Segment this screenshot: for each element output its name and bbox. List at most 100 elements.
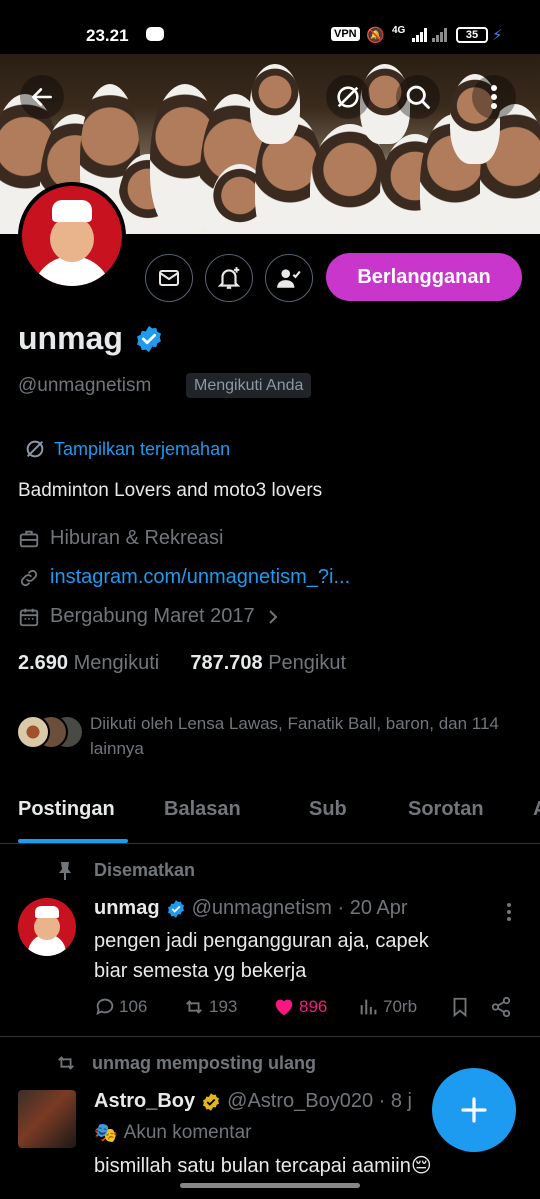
pin-icon — [59, 861, 71, 880]
post-author-name[interactable]: unmag — [94, 897, 160, 920]
profile-name: unmag — [18, 320, 123, 356]
profile-link-row[interactable]: instagram.com/unmagnetism_?i... — [18, 566, 350, 589]
gold-verified-badge-icon — [203, 1092, 220, 1111]
signal-icon-2 — [432, 28, 447, 42]
repost-handle-time: @Astro_Boy020 · 8 j — [227, 1090, 412, 1112]
post-divider — [0, 1036, 540, 1037]
bookmark-button[interactable] — [449, 996, 471, 1018]
view-count: 70rb — [383, 997, 418, 1016]
post-text-line: pengen jadi pengangguran aja, capek — [94, 930, 429, 952]
following-stat[interactable]: 2.690 Mengikuti — [18, 652, 159, 674]
tab-replies[interactable]: Balasan — [164, 798, 241, 821]
views-button[interactable]: 70rb — [358, 996, 417, 1018]
heart-filled-icon — [275, 999, 293, 1016]
follower-avatar — [16, 715, 50, 749]
reply-count: 106 — [119, 997, 148, 1016]
bell-plus-icon — [217, 267, 241, 289]
plus-icon — [461, 1097, 487, 1123]
tab-more[interactable]: A — [533, 798, 540, 821]
following-button[interactable] — [265, 254, 313, 302]
discord-icon — [146, 27, 164, 41]
like-button[interactable]: 896 — [272, 996, 327, 1018]
chevron-right-icon — [268, 609, 278, 624]
active-tab-indicator — [18, 839, 128, 843]
post-more-icon[interactable] — [505, 902, 513, 922]
compose-post-button[interactable] — [432, 1068, 516, 1152]
post-header: unmag @unmagnetism · 20 Apr — [94, 897, 408, 920]
more-options-button[interactable] — [472, 75, 516, 119]
follows-you-badge: Mengikuti Anda — [186, 373, 312, 398]
following-label: Mengikuti — [73, 652, 160, 674]
repost-button[interactable]: 193 — [182, 996, 237, 1018]
home-indicator[interactable] — [180, 1183, 360, 1188]
translate-button[interactable] — [326, 75, 370, 119]
post-handle-time: @unmagnetism · 20 Apr — [191, 897, 408, 919]
vpn-badge: VPN — [331, 27, 360, 41]
back-button[interactable] — [20, 75, 64, 119]
commentary-account-text: Akun komentar — [123, 1122, 252, 1143]
link-icon — [20, 569, 38, 586]
tab-subs[interactable]: Sub — [309, 798, 347, 821]
share-icon — [491, 996, 511, 1018]
tab-highlights[interactable]: Sorotan — [408, 798, 484, 821]
calendar-icon — [19, 608, 39, 626]
message-button[interactable] — [145, 254, 193, 302]
status-bar: 23.21 VPN 🔕 4G 35 ⚡ — [0, 0, 540, 54]
pinned-label: Disematkan — [56, 860, 195, 881]
followers-count: 787.708 — [190, 652, 263, 674]
arrow-left-icon — [32, 88, 52, 106]
envelope-icon — [159, 270, 179, 286]
profile-stats: 2.690 Mengikuti 787.708 Pengikut — [18, 652, 346, 675]
translate-icon — [337, 86, 359, 108]
more-vertical-icon — [491, 85, 497, 109]
repost-icon — [186, 1000, 202, 1014]
profile-avatar[interactable] — [18, 182, 126, 290]
subscribe-button[interactable]: Berlangganan — [326, 253, 522, 301]
network-label: 4G — [392, 25, 406, 36]
repost-author-name[interactable]: Astro_Boy — [94, 1090, 195, 1113]
profile-handle: @unmagnetism — [18, 375, 152, 396]
repost-text-line: bismillah satu bulan tercapai aamiin — [94, 1155, 411, 1177]
emoji-icon: 😔 — [410, 1155, 432, 1177]
post-text: pengen jadi pengangguran aja, capek biar… — [94, 926, 429, 986]
commentary-account-label: 🎭 Akun komentar — [94, 1121, 251, 1145]
signal-icon — [412, 28, 427, 42]
bookmark-icon — [453, 997, 467, 1018]
briefcase-icon — [19, 530, 39, 547]
joined-row[interactable]: Bergabung Maret 2017 — [18, 605, 281, 628]
profile-bio: Badminton Lovers and moto3 lovers — [18, 480, 323, 501]
profile-tabs: Postingan Balasan Sub Sorotan A — [0, 790, 540, 844]
reply-button[interactable]: 106 — [94, 996, 147, 1018]
post-avatar[interactable] — [18, 1090, 76, 1148]
like-count: 896 — [299, 997, 328, 1016]
show-translation-link[interactable]: Tampilkan terjemahan — [24, 438, 230, 460]
followers-label: Pengikut — [268, 652, 347, 674]
repost-text: bismillah satu bulan tercapai aamiin😔 — [94, 1151, 432, 1181]
verified-badge-icon — [137, 325, 161, 353]
repost-icon — [58, 1056, 74, 1070]
mute-icon: 🔕 — [366, 27, 385, 44]
status-time: 23.21 — [86, 26, 129, 45]
category-label: Hiburan & Rekreasi — [50, 527, 224, 549]
search-icon — [406, 85, 430, 109]
search-button[interactable] — [396, 75, 440, 119]
repost-context-text: unmag memposting ulang — [92, 1052, 317, 1073]
profile-link[interactable]: instagram.com/unmagnetism_?i... — [50, 566, 350, 589]
tab-posts[interactable]: Postingan — [18, 798, 115, 821]
following-count: 2.690 — [18, 652, 69, 674]
battery-indicator: 35 — [456, 27, 488, 43]
post-actions: 106 193 896 70rb — [94, 996, 524, 1026]
verified-badge-icon — [167, 899, 184, 918]
user-check-icon — [277, 269, 301, 288]
profile-category: Hiburan & Rekreasi — [18, 527, 223, 550]
analytics-icon — [360, 999, 377, 1015]
notifications-button[interactable] — [205, 254, 253, 302]
repost-header: Astro_Boy @Astro_Boy020 · 8 j — [94, 1090, 412, 1113]
post-avatar[interactable] — [18, 898, 76, 956]
joined-label: Bergabung Maret 2017 — [50, 605, 255, 627]
mask-icon: 🎭 — [94, 1123, 118, 1144]
share-button[interactable] — [490, 996, 512, 1018]
followed-by-text[interactable]: Diikuti oleh Lensa Lawas, Fanatik Ball, … — [90, 711, 520, 761]
followers-stat[interactable]: 787.708 Pengikut — [190, 652, 346, 674]
repost-context: unmag memposting ulang — [54, 1052, 316, 1074]
